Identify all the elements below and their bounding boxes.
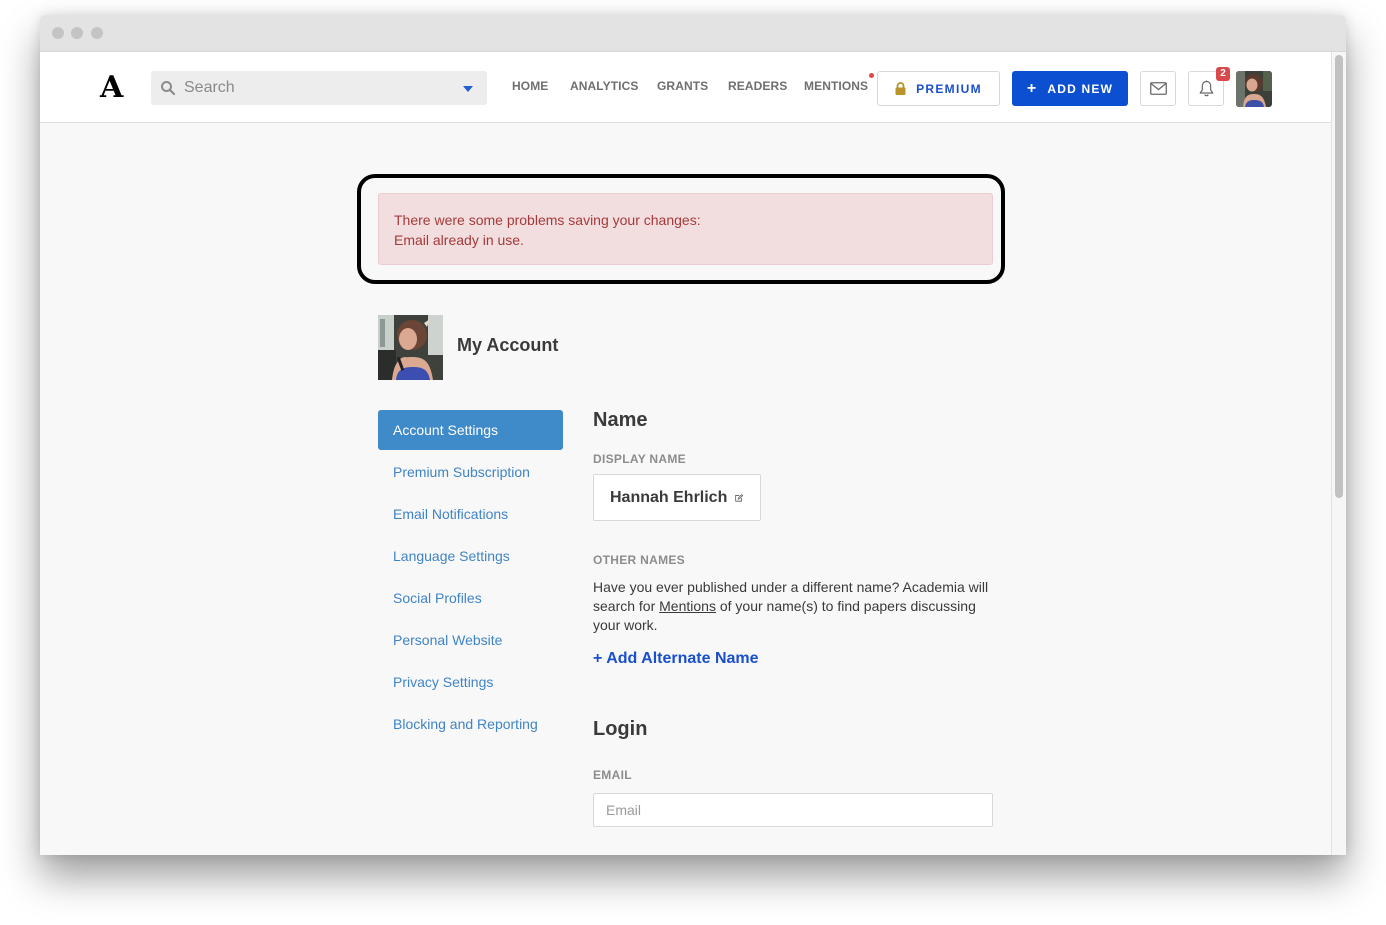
sidebar-item-privacy-settings[interactable]: Privacy Settings [378, 662, 563, 702]
name-section-heading: Name [593, 409, 648, 431]
window-maximize-button[interactable] [91, 27, 103, 39]
premium-button[interactable]: PREMIUM [877, 71, 1000, 106]
display-name-value: Hannah Ehrlich [610, 488, 728, 506]
academia-logo[interactable]: A [100, 70, 123, 106]
email-label: EMAIL [593, 768, 632, 782]
email-input[interactable] [593, 793, 993, 827]
sidebar-item-blocking-and-reporting[interactable]: Blocking and Reporting [378, 704, 563, 744]
page-scrollbar[interactable] [1331, 52, 1346, 855]
plus-icon: + [1026, 79, 1038, 97]
search-icon [161, 81, 176, 96]
nav-grants[interactable]: GRANTS [657, 79, 708, 93]
other-names-label: OTHER NAMES [593, 553, 685, 567]
sidebar-item-social-profiles[interactable]: Social Profiles [378, 578, 563, 618]
display-name-label: DISPLAY NAME [593, 452, 686, 466]
search-input[interactable] [184, 71, 444, 105]
messages-button[interactable] [1140, 71, 1176, 106]
user-avatar-photo [1236, 71, 1272, 107]
page-title: My Account [457, 335, 559, 355]
other-names-description: Have you ever published under a differen… [593, 578, 993, 635]
window-minimize-button[interactable] [71, 27, 83, 39]
error-alert: There were some problems saving your cha… [378, 193, 993, 265]
add-new-button[interactable]: + ADD NEW [1012, 71, 1128, 106]
premium-label: PREMIUM [916, 81, 982, 96]
edit-icon [735, 493, 744, 501]
settings-sidebar: Account Settings Premium Subscription Em… [378, 410, 563, 746]
user-avatar[interactable] [1236, 71, 1272, 107]
add-new-label: ADD NEW [1047, 81, 1114, 96]
top-navigation: A HOME ANALYTICS GRANTS READERS MENTIONS [40, 52, 1331, 123]
page-scrollbar-thumb[interactable] [1335, 55, 1343, 498]
bell-icon [1199, 80, 1213, 97]
login-section-heading: Login [593, 718, 648, 740]
envelope-icon [1149, 82, 1167, 95]
display-name-edit-button[interactable]: Hannah Ehrlich [593, 474, 761, 521]
profile-photo[interactable] [378, 315, 443, 380]
sidebar-item-account-settings[interactable]: Account Settings [378, 410, 563, 450]
window-titlebar [40, 15, 1346, 52]
nav-readers[interactable]: READERS [728, 79, 787, 93]
profile-photo-image [378, 315, 443, 380]
mentions-new-dot [869, 73, 874, 78]
search-bar[interactable] [151, 71, 487, 105]
sidebar-item-email-notifications[interactable]: Email Notifications [378, 494, 563, 534]
sidebar-item-language-settings[interactable]: Language Settings [378, 536, 563, 576]
sidebar-item-personal-website[interactable]: Personal Website [378, 620, 563, 660]
nav-home[interactable]: HOME [512, 79, 548, 93]
page-viewport: A HOME ANALYTICS GRANTS READERS MENTIONS [40, 52, 1331, 855]
add-alternate-name-link[interactable]: + Add Alternate Name [593, 650, 759, 668]
lock-icon [895, 82, 906, 95]
error-alert-title: There were some problems saving your cha… [394, 212, 701, 228]
browser-window: A HOME ANALYTICS GRANTS READERS MENTIONS [40, 15, 1346, 855]
nav-mentions[interactable]: MENTIONS [804, 79, 868, 93]
sidebar-item-premium-subscription[interactable]: Premium Subscription [378, 452, 563, 492]
window-close-button[interactable] [52, 27, 64, 39]
mentions-link[interactable]: Mentions [659, 598, 716, 614]
nav-analytics[interactable]: ANALYTICS [570, 79, 638, 93]
notifications-count-badge: 2 [1216, 67, 1230, 81]
search-dropdown-caret-icon[interactable] [463, 86, 473, 92]
error-alert-message: Email already in use. [394, 232, 524, 248]
